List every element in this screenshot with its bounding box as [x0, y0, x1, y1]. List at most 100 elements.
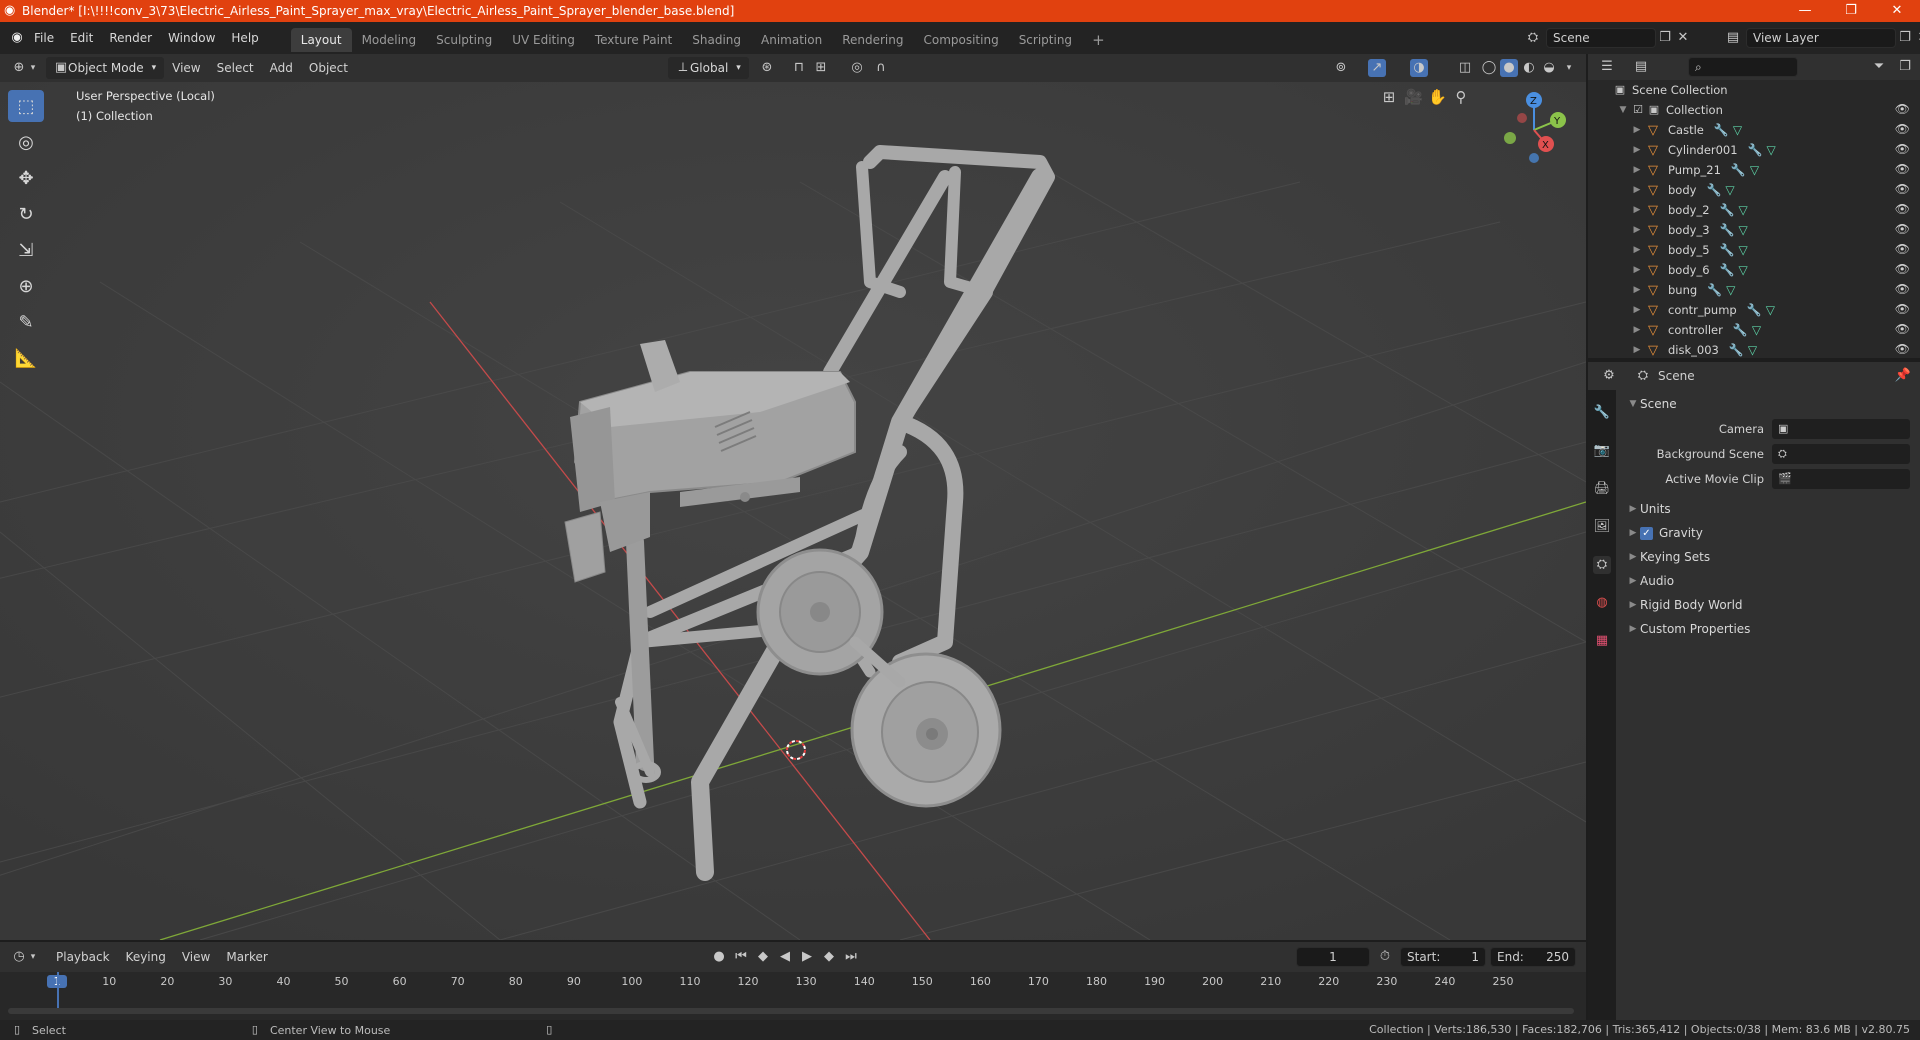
menu-render[interactable]: Render — [101, 22, 160, 54]
modifier-wrench-icon[interactable]: 🔧 — [1733, 323, 1748, 337]
expand-arrow-icon[interactable]: ▶ — [1630, 325, 1644, 335]
gravity-checkbox[interactable]: ✓ — [1640, 526, 1653, 540]
tab-rendering[interactable]: Rendering — [832, 28, 913, 52]
mesh-data-icon[interactable]: ▽ — [1738, 243, 1747, 257]
start-frame-field[interactable]: Start: 1 — [1400, 947, 1486, 967]
record-icon[interactable]: ● — [710, 948, 728, 966]
new-collection-icon[interactable]: ❐ — [1896, 58, 1914, 76]
outliner-object-row[interactable]: ▶ ▽ controller 🔧 ▽ 👁 — [1588, 320, 1920, 340]
end-frame-field[interactable]: End: 250 — [1490, 947, 1576, 967]
mesh-data-icon[interactable]: ▽ — [1752, 323, 1761, 337]
mesh-data-icon[interactable]: ▽ — [1748, 343, 1757, 357]
expand-arrow-icon[interactable]: ▶ — [1626, 552, 1640, 562]
select-box-tool-icon[interactable]: ⬚ — [8, 90, 44, 122]
3d-viewport[interactable]: User Perspective (Local) (1) Collection … — [0, 82, 1586, 940]
scene-selector[interactable]: Scene — [1546, 28, 1656, 48]
modifier-wrench-icon[interactable]: 🔧 — [1720, 203, 1735, 217]
expand-arrow-icon[interactable]: ▶ — [1626, 504, 1640, 514]
expand-arrow-icon[interactable]: ▶ — [1626, 624, 1640, 634]
outliner-editor-type-icon[interactable]: ☰ — [1598, 58, 1616, 76]
outliner-search-input[interactable]: ⌕ — [1688, 57, 1798, 77]
tab-sculpting[interactable]: Sculpting — [426, 28, 502, 52]
scene-tab-icon[interactable]: ⛭ — [1593, 556, 1611, 574]
menu-help[interactable]: Help — [223, 22, 266, 54]
scene-icon[interactable]: ⛭ — [1524, 29, 1542, 47]
eye-icon[interactable]: 👁 — [1895, 202, 1910, 216]
eye-icon[interactable]: 👁 — [1895, 162, 1910, 176]
subsection-units[interactable]: ▶ Units — [1616, 497, 1920, 521]
menu-file[interactable]: File — [26, 22, 62, 54]
eye-icon[interactable]: 👁 — [1895, 322, 1910, 336]
jump-start-icon[interactable]: ⏮ — [732, 948, 750, 966]
scene-section-header[interactable]: ▼ Scene — [1616, 392, 1920, 416]
expand-arrow-icon[interactable]: ▶ — [1626, 528, 1640, 538]
outliner-object-row[interactable]: ▶ ▽ disk_003 🔧 ▽ 👁 — [1588, 340, 1920, 358]
expand-arrow-icon[interactable]: ▶ — [1630, 145, 1644, 155]
outliner-object-row[interactable]: ▶ ▽ Pump_21 🔧 ▽ 👁 — [1588, 160, 1920, 180]
mesh-data-icon[interactable]: ▽ — [1766, 303, 1775, 317]
modifier-wrench-icon[interactable]: 🔧 — [1707, 283, 1722, 297]
menu-timeline-view[interactable]: View — [174, 946, 218, 968]
display-mode-icon[interactable]: ▤ — [1632, 58, 1650, 76]
proportional-edit-icon[interactable]: ◎ — [848, 59, 866, 77]
navigation-gizmo[interactable]: Z Y X — [1490, 88, 1570, 168]
checkbox-icon[interactable]: ☑ — [1630, 101, 1646, 119]
eye-icon[interactable]: 👁 — [1895, 122, 1910, 136]
tool-tab-icon[interactable]: 🔧 — [1593, 404, 1611, 422]
mesh-data-icon[interactable]: ▽ — [1738, 263, 1747, 277]
eye-icon[interactable]: 👁 — [1895, 222, 1910, 236]
outliner-object-row[interactable]: ▶ ▽ contr_pump 🔧 ▽ 👁 — [1588, 300, 1920, 320]
menu-view[interactable]: View — [164, 57, 208, 79]
eye-icon[interactable]: 👁 — [1895, 342, 1910, 356]
tab-layout[interactable]: Layout — [290, 28, 352, 52]
move-tool-icon[interactable]: ✥ — [8, 162, 44, 194]
modifier-wrench-icon[interactable]: 🔧 — [1748, 143, 1763, 157]
menu-window[interactable]: Window — [160, 22, 223, 54]
gizmo-neg-x-axis[interactable] — [1517, 113, 1527, 123]
play-icon[interactable]: ▶ — [798, 948, 816, 966]
eye-icon[interactable]: 👁 — [1895, 262, 1910, 276]
subsection-gravity[interactable]: ▶ ✓ Gravity — [1616, 521, 1920, 545]
tab-scripting[interactable]: Scripting — [1009, 28, 1082, 52]
eye-icon[interactable]: 👁 — [1895, 302, 1910, 316]
menu-playback[interactable]: Playback — [48, 946, 118, 968]
blender-menu-icon[interactable]: ◉ — [8, 29, 26, 47]
gizmo-neg-y-axis[interactable] — [1504, 132, 1516, 144]
expand-arrow-icon[interactable]: ▼ — [1616, 105, 1630, 115]
expand-arrow-icon[interactable]: ▶ — [1630, 185, 1644, 195]
menu-add[interactable]: Add — [262, 57, 301, 79]
overlay-toggle-icon[interactable]: ◑ — [1410, 59, 1428, 77]
falloff-icon[interactable]: ∩ — [872, 59, 890, 77]
filter-icon[interactable]: ⏷ — [1870, 58, 1888, 76]
modifier-wrench-icon[interactable]: 🔧 — [1714, 123, 1729, 137]
material-shading-icon[interactable]: ◐ — [1520, 59, 1538, 77]
editor-type-icon[interactable]: ⊕ — [10, 59, 28, 77]
eye-icon[interactable]: 👁 — [1895, 242, 1910, 256]
outliner-object-row[interactable]: ▶ ▽ bung 🔧 ▽ 👁 — [1588, 280, 1920, 300]
outliner-object-row[interactable]: ▶ ▽ body 🔧 ▽ 👁 — [1588, 180, 1920, 200]
menu-edit[interactable]: Edit — [62, 22, 101, 54]
menu-select[interactable]: Select — [209, 57, 262, 79]
texture-tab-icon[interactable]: ▦ — [1593, 632, 1611, 650]
modifier-wrench-icon[interactable]: 🔧 — [1706, 183, 1721, 197]
active-movie-clip-field[interactable]: 🎬 — [1772, 468, 1910, 489]
mesh-data-icon[interactable]: ▽ — [1725, 183, 1734, 197]
view-layer-selector[interactable]: View Layer — [1746, 28, 1896, 48]
outliner-scene-collection[interactable]: ▣ Scene Collection — [1588, 80, 1920, 100]
add-workspace-button[interactable]: + — [1082, 28, 1115, 52]
tab-animation[interactable]: Animation — [751, 28, 832, 52]
outliner-collection[interactable]: ▼ ☑ ▣ Collection 👁 — [1588, 100, 1920, 120]
zoom-view-icon[interactable]: ⚲ — [1452, 88, 1470, 106]
rendered-shading-icon[interactable]: ◒ — [1540, 59, 1558, 77]
timeline-editor-type-icon[interactable]: ◷ — [10, 948, 28, 966]
new-view-layer-icon[interactable]: ❐ — [1896, 29, 1914, 47]
modifier-wrench-icon[interactable]: 🔧 — [1720, 223, 1735, 237]
expand-arrow-icon[interactable]: ▶ — [1630, 305, 1644, 315]
outliner-object-row[interactable]: ▶ ▽ body_2 🔧 ▽ 👁 — [1588, 200, 1920, 220]
subsection-custom-properties[interactable]: ▶ Custom Properties — [1616, 617, 1920, 641]
new-scene-icon[interactable]: ❐ — [1656, 29, 1674, 47]
solid-shading-icon[interactable]: ● — [1500, 59, 1518, 77]
eye-icon[interactable]: 👁 — [1895, 282, 1910, 296]
render-tab-icon[interactable]: 📷 — [1593, 442, 1611, 460]
playhead-line[interactable] — [57, 972, 59, 1008]
